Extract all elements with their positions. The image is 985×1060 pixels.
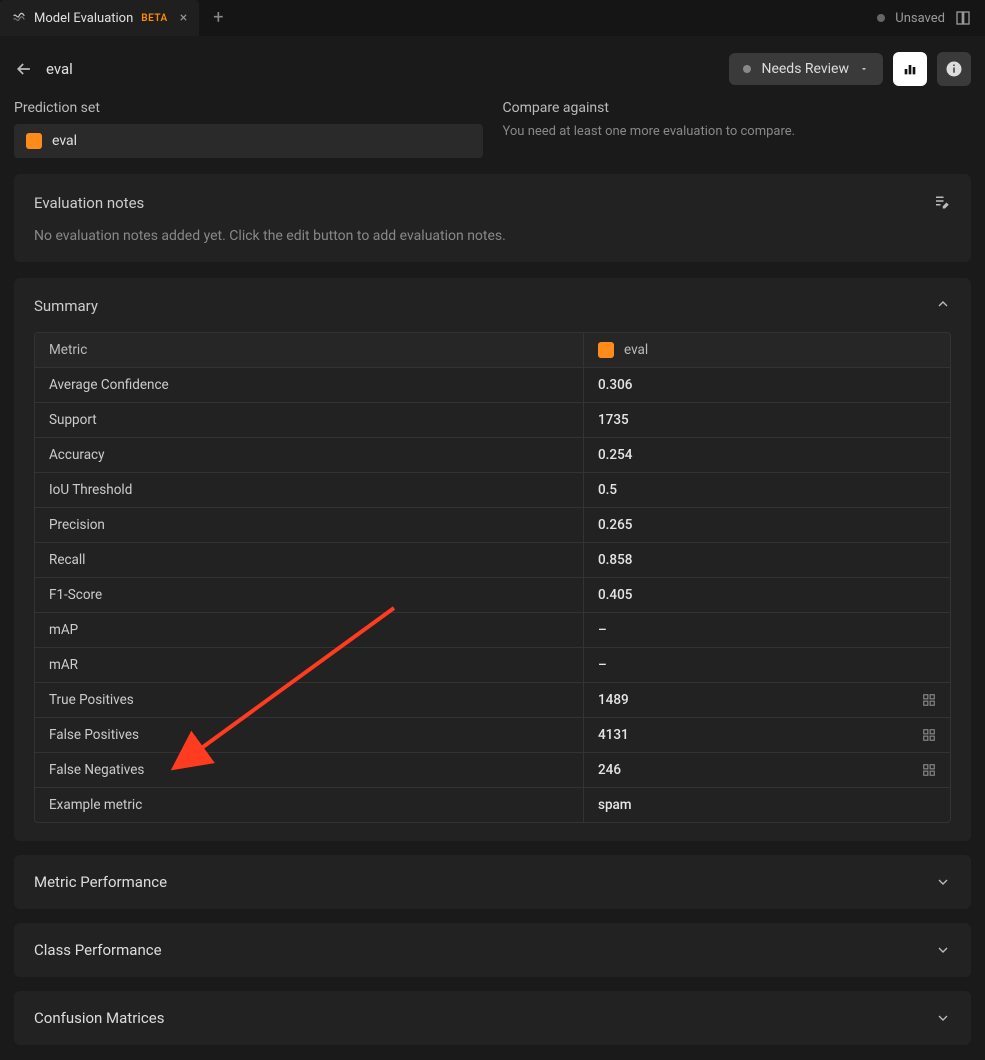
info-icon [945, 60, 963, 78]
class-performance-title: Class Performance [34, 941, 162, 959]
metric-performance-title: Metric Performance [34, 873, 167, 891]
config-row: Prediction set eval Compare against You … [0, 100, 985, 158]
table-row: Example metricspam [35, 787, 950, 822]
metric-name: Precision [35, 508, 584, 542]
summary-card: Summary Metric eval Average Confidence0.… [14, 278, 971, 841]
evaluation-notes-card: Evaluation notes No evaluation notes add… [14, 174, 971, 262]
summary-title: Summary [34, 297, 98, 315]
notes-empty-text: No evaluation notes added yet. Click the… [34, 228, 951, 244]
metric-name: False Positives [35, 718, 584, 752]
status-label: Needs Review [761, 61, 849, 77]
metric-value: – [584, 613, 950, 647]
tab-bar: Model Evaluation BETA × + Unsaved [0, 0, 985, 36]
metric-name: Recall [35, 543, 584, 577]
confusion-matrices-section[interactable]: Confusion Matrices [14, 991, 971, 1045]
metric-value: 1489 [584, 683, 950, 717]
table-row: Accuracy0.254 [35, 437, 950, 472]
chevron-down-icon [935, 942, 951, 958]
table-row: False Positives4131 [35, 717, 950, 752]
chart-button[interactable] [893, 52, 927, 86]
grid-icon[interactable] [922, 763, 936, 777]
metric-value: 0.306 [584, 368, 950, 402]
prediction-set-col: Prediction set eval [14, 100, 483, 158]
metric-name: False Negatives [35, 753, 584, 787]
col-metric: Metric [35, 333, 584, 367]
metric-value: 1735 [584, 403, 950, 437]
summary-table: Metric eval Average Confidence0.306Suppo… [34, 332, 951, 823]
chevron-up-icon [935, 296, 951, 312]
col-eval-label: eval [624, 342, 648, 358]
summary-header-row: Metric eval [35, 333, 950, 367]
metric-performance-section[interactable]: Metric Performance [14, 855, 971, 909]
page-title: eval [46, 60, 73, 78]
compare-col: Compare against You need at least one mo… [503, 100, 972, 158]
eval-swatch-icon [26, 133, 42, 149]
metric-value: 0.254 [584, 438, 950, 472]
metric-value: 4131 [584, 718, 950, 752]
metric-value: 0.265 [584, 508, 950, 542]
close-icon[interactable]: × [180, 10, 187, 26]
chevron-down-icon [859, 64, 869, 74]
metric-value: 0.405 [584, 578, 950, 612]
compare-hint: You need at least one more evaluation to… [503, 124, 972, 139]
edit-notes-button[interactable] [933, 192, 951, 214]
header: eval Needs Review [0, 36, 985, 100]
chevron-down-icon [935, 1010, 951, 1026]
metric-name: Average Confidence [35, 368, 584, 402]
table-row: mAP– [35, 612, 950, 647]
edit-icon [933, 192, 951, 210]
table-row: Average Confidence0.306 [35, 367, 950, 402]
tab-model-evaluation[interactable]: Model Evaluation BETA × [0, 0, 199, 36]
layout-icon[interactable] [955, 10, 971, 26]
collapse-summary-button[interactable] [935, 296, 951, 316]
prediction-set-label: Prediction set [14, 100, 483, 116]
chevron-down-icon [935, 874, 951, 890]
metric-name: Example metric [35, 788, 584, 822]
table-row: False Negatives246 [35, 752, 950, 787]
metric-name: True Positives [35, 683, 584, 717]
back-button[interactable] [14, 59, 34, 79]
eval-tab-icon [12, 9, 26, 27]
table-row: IoU Threshold0.5 [35, 472, 950, 507]
prediction-set-value: eval [52, 133, 77, 149]
add-tab-button[interactable]: + [199, 9, 237, 27]
metric-name: F1-Score [35, 578, 584, 612]
unsaved-dot-icon [877, 14, 885, 22]
unsaved-label: Unsaved [895, 11, 945, 26]
metric-value: – [584, 648, 950, 682]
table-row: True Positives1489 [35, 682, 950, 717]
metric-value: 246 [584, 753, 950, 787]
table-row: Recall0.858 [35, 542, 950, 577]
metric-value: spam [584, 788, 950, 822]
table-row: mAR– [35, 647, 950, 682]
eval-swatch-icon [598, 342, 614, 358]
info-button[interactable] [937, 52, 971, 86]
bar-chart-icon [902, 61, 918, 77]
prediction-set-select[interactable]: eval [14, 124, 483, 158]
metric-value: 0.5 [584, 473, 950, 507]
metric-name: mAR [35, 648, 584, 682]
notes-title: Evaluation notes [34, 194, 144, 212]
status-dot-icon [743, 65, 751, 73]
compare-label: Compare against [503, 100, 972, 116]
table-row: Precision0.265 [35, 507, 950, 542]
metric-name: Support [35, 403, 584, 437]
beta-badge: BETA [141, 13, 167, 24]
grid-icon[interactable] [922, 693, 936, 707]
header-actions: Needs Review [729, 52, 971, 86]
col-eval: eval [584, 333, 950, 367]
class-performance-section[interactable]: Class Performance [14, 923, 971, 977]
table-row: F1-Score0.405 [35, 577, 950, 612]
table-row: Support1735 [35, 402, 950, 437]
metric-name: Accuracy [35, 438, 584, 472]
tab-title: Model Evaluation [34, 11, 133, 26]
grid-icon[interactable] [922, 728, 936, 742]
metric-name: mAP [35, 613, 584, 647]
tab-bar-right: Unsaved [877, 10, 985, 26]
confusion-matrices-title: Confusion Matrices [34, 1009, 164, 1027]
metric-name: IoU Threshold [35, 473, 584, 507]
metric-value: 0.858 [584, 543, 950, 577]
status-dropdown[interactable]: Needs Review [729, 53, 883, 85]
